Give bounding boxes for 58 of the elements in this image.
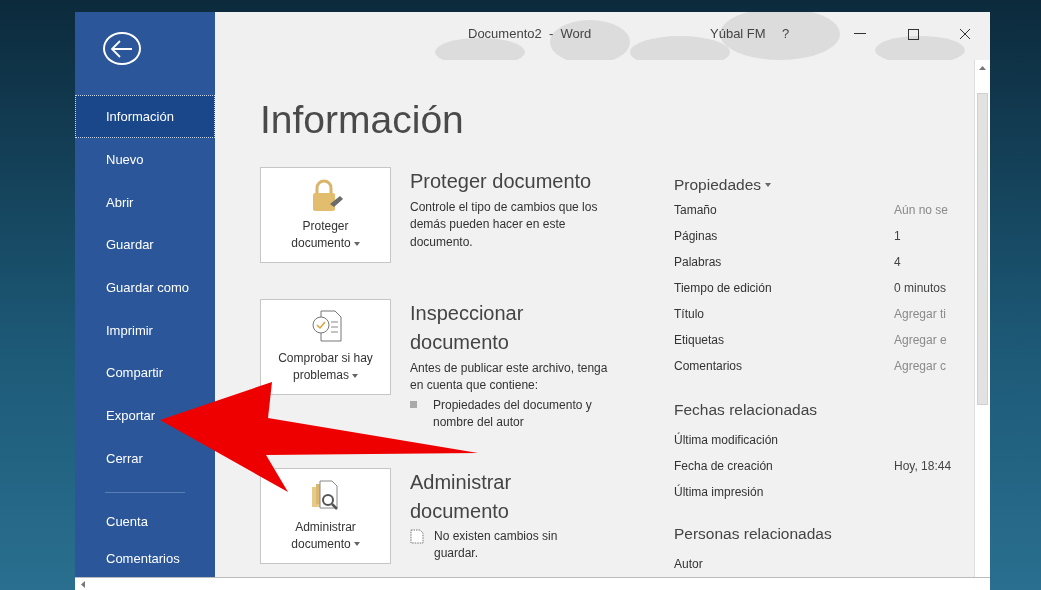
sidebar-item[interactable]: Cuenta bbox=[105, 502, 149, 540]
property-label: Fecha de creación bbox=[674, 459, 774, 473]
minimize-icon bbox=[854, 33, 866, 35]
property-label: Autor bbox=[674, 557, 704, 571]
section-heading: Personas relacionadas bbox=[674, 525, 833, 544]
sidebar-item[interactable]: Comentarios bbox=[105, 539, 181, 577]
scroll-left-icon bbox=[80, 580, 85, 588]
sidebar-item[interactable]: Guardar como bbox=[105, 266, 191, 309]
caret-icon bbox=[353, 241, 360, 246]
note-text: No existen cambios sin guardar. bbox=[434, 527, 559, 562]
maximize-icon bbox=[907, 28, 919, 40]
caret-icon bbox=[353, 542, 360, 547]
arrow-left-icon bbox=[111, 39, 133, 58]
page-heading: Información bbox=[260, 98, 465, 143]
bullet-icon bbox=[410, 400, 417, 408]
property-value: Hoy, 18:44 bbox=[894, 459, 952, 473]
property-label: Título bbox=[674, 307, 705, 321]
section-heading: Fechas relacionadas bbox=[674, 401, 819, 420]
sidebar-item[interactable]: Nuevo bbox=[105, 138, 145, 181]
scroll-up-icon bbox=[979, 65, 986, 70]
caret-icon bbox=[765, 183, 772, 187]
sidebar-item[interactable]: Abrir bbox=[105, 180, 135, 224]
horizontal-scrollbar[interactable] bbox=[75, 577, 990, 590]
property-label: Tamaño bbox=[674, 203, 718, 217]
document-icon bbox=[410, 528, 424, 544]
caret-icon bbox=[352, 373, 358, 378]
vertical-scrollbar[interactable] bbox=[974, 60, 990, 577]
sidebar-item[interactable]: Guardar bbox=[105, 223, 155, 267]
section-title: Inspeccionar documento bbox=[410, 301, 525, 355]
property-value: 4 bbox=[894, 255, 901, 269]
user-name: Yúbal FM bbox=[710, 26, 766, 41]
window-title: Documento2 - Word bbox=[468, 26, 592, 41]
section-title: Administrar documento bbox=[410, 469, 513, 524]
property-label: Tiempo de edición bbox=[674, 281, 773, 295]
property-label: Palabras bbox=[674, 255, 723, 269]
action-button[interactable]: Comprobar si hay problemas bbox=[260, 299, 391, 395]
property-label: Páginas bbox=[674, 229, 719, 243]
note-text: Propiedades del documento y nombre del autor bbox=[433, 396, 593, 432]
property-value: 0 minutos bbox=[894, 281, 947, 295]
section-description: Controle el tipo de cambios que los demás pueden hacer en este documento. bbox=[410, 199, 599, 251]
property-label: Última modificación bbox=[674, 433, 780, 447]
help-button[interactable]: ? bbox=[778, 24, 794, 43]
property-label: Comentarios bbox=[674, 359, 744, 373]
sidebar-item[interactable]: Cerrar bbox=[105, 436, 144, 480]
action-button[interactable]: Proteger documento bbox=[260, 167, 391, 263]
action-button[interactable]: Administrar documento bbox=[260, 467, 391, 564]
property-value: 1 bbox=[894, 229, 901, 243]
close-icon bbox=[959, 28, 971, 40]
back-button[interactable] bbox=[103, 32, 141, 66]
property-label: Etiquetas bbox=[674, 333, 726, 347]
sidebar-item[interactable]: Compartir bbox=[105, 351, 165, 395]
sidebar-item[interactable]: Imprimir bbox=[105, 308, 154, 352]
property-label: Última impresión bbox=[674, 485, 765, 499]
section-description: Antes de publicar este archivo, tenga en cuenta que contiene: bbox=[410, 360, 609, 395]
sidebar-item[interactable]: Información bbox=[75, 95, 215, 139]
section-title: Proteger documento bbox=[410, 169, 593, 194]
section-heading: Propiedades bbox=[674, 176, 762, 194]
sidebar-item[interactable]: Exportar bbox=[105, 394, 157, 437]
